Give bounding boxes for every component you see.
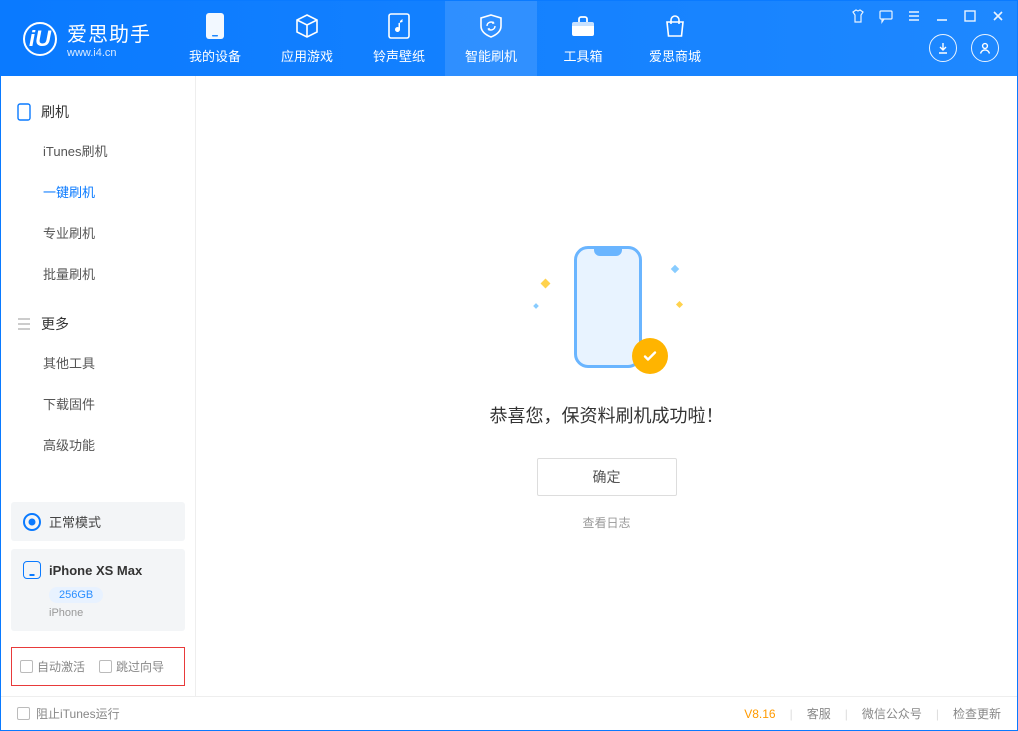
brand-url: www.i4.cn	[67, 47, 151, 59]
sidebar-group-flash: 刷机 iTunes刷机 一键刷机 专业刷机 批量刷机	[1, 94, 195, 294]
version-label: V8.16	[744, 707, 775, 721]
app-window: iU 爱思助手 www.i4.cn 我的设备 应用游戏	[0, 0, 1018, 731]
sidebar-item-batch-flash[interactable]: 批量刷机	[1, 253, 195, 294]
success-illustration	[532, 242, 682, 382]
nav-ringtones[interactable]: 铃声壁纸	[353, 1, 445, 76]
checkbox-icon	[20, 660, 33, 673]
sidebar-scroll: 刷机 iTunes刷机 一键刷机 专业刷机 批量刷机 更多 其他工具 下载固件 …	[1, 76, 195, 494]
nav-flash[interactable]: 智能刷机	[445, 1, 537, 76]
device-card[interactable]: iPhone XS Max 256GB iPhone	[11, 549, 185, 631]
brand-name: 爱思助手	[67, 18, 151, 47]
window-controls-row1	[849, 7, 1007, 25]
separator: |	[790, 707, 793, 721]
sidebar-item-oneclick-flash[interactable]: 一键刷机	[1, 171, 195, 212]
sidebar: 刷机 iTunes刷机 一键刷机 专业刷机 批量刷机 更多 其他工具 下载固件 …	[1, 76, 196, 696]
nav-store[interactable]: 爱思商城	[629, 1, 721, 76]
list-icon	[15, 315, 33, 333]
download-button[interactable]	[929, 34, 957, 62]
sidebar-group-label: 刷机	[41, 102, 69, 122]
device-name: iPhone XS Max	[49, 563, 142, 578]
titlebar: iU 爱思助手 www.i4.cn 我的设备 应用游戏	[1, 1, 1017, 76]
phone-illustration-icon	[574, 246, 642, 368]
phone-icon	[201, 12, 229, 40]
device-mode-status[interactable]: 正常模式	[11, 502, 185, 541]
nav-toolbox[interactable]: 工具箱	[537, 1, 629, 76]
success-message: 恭喜您，保资料刷机成功啦！	[490, 402, 724, 428]
opt-skip-wizard[interactable]: 跳过向导	[99, 658, 164, 675]
opt-label: 自动激活	[37, 658, 85, 675]
statusbar: 阻止iTunes运行 V8.16 | 客服 | 微信公众号 | 检查更新	[1, 696, 1017, 730]
storage-badge: 256GB	[49, 587, 103, 603]
nav-label: 应用游戏	[281, 46, 333, 65]
sidebar-item-advanced[interactable]: 高级功能	[1, 424, 195, 465]
support-link[interactable]: 客服	[807, 705, 831, 722]
checkbox-icon	[99, 660, 112, 673]
minimize-icon[interactable]	[933, 7, 951, 25]
nav-label: 铃声壁纸	[373, 46, 425, 65]
nav-label: 爱思商城	[649, 46, 701, 65]
sidebar-item-download-firmware[interactable]: 下载固件	[1, 383, 195, 424]
nav-label: 我的设备	[189, 46, 241, 65]
nav-label: 工具箱	[563, 46, 602, 65]
logo-icon: iU	[23, 22, 57, 56]
window-controls-row2	[929, 34, 999, 62]
sidebar-item-other-tools[interactable]: 其他工具	[1, 342, 195, 383]
menu-icon[interactable]	[905, 7, 923, 25]
tshirt-icon[interactable]	[849, 7, 867, 25]
device-type: iPhone	[49, 607, 173, 619]
refresh-shield-icon	[477, 12, 505, 40]
top-nav: 我的设备 应用游戏 铃声壁纸 智能刷机	[169, 1, 721, 76]
sparkle-icon	[670, 264, 678, 272]
bag-icon	[661, 12, 689, 40]
view-log-link[interactable]: 查看日志	[582, 514, 630, 531]
flash-options-highlighted: 自动激活 跳过向导	[11, 647, 185, 686]
statusbar-right: V8.16 | 客服 | 微信公众号 | 检查更新	[744, 705, 1001, 722]
ok-button[interactable]: 确定	[537, 458, 677, 496]
status-label: 正常模式	[49, 512, 101, 531]
check-badge-icon	[632, 338, 668, 374]
cube-icon	[293, 12, 321, 40]
sidebar-group-label: 更多	[41, 314, 69, 334]
block-itunes-label: 阻止iTunes运行	[36, 705, 120, 722]
feedback-icon[interactable]	[877, 7, 895, 25]
nav-my-device[interactable]: 我的设备	[169, 1, 261, 76]
wechat-link[interactable]: 微信公众号	[862, 705, 922, 722]
separator: |	[845, 707, 848, 721]
checkbox-icon	[17, 707, 30, 720]
statusbar-left: 阻止iTunes运行	[17, 705, 120, 722]
opt-auto-activate[interactable]: 自动激活	[20, 658, 85, 675]
maximize-icon[interactable]	[961, 7, 979, 25]
sidebar-item-pro-flash[interactable]: 专业刷机	[1, 212, 195, 253]
account-button[interactable]	[971, 34, 999, 62]
separator: |	[936, 707, 939, 721]
sidebar-group-header[interactable]: 刷机	[1, 94, 195, 130]
music-file-icon	[385, 12, 413, 40]
body: 刷机 iTunes刷机 一键刷机 专业刷机 批量刷机 更多 其他工具 下载固件 …	[1, 76, 1017, 696]
nav-apps[interactable]: 应用游戏	[261, 1, 353, 76]
close-icon[interactable]	[989, 7, 1007, 25]
opt-label: 跳过向导	[116, 658, 164, 675]
logo[interactable]: iU 爱思助手 www.i4.cn	[1, 18, 169, 59]
check-update-link[interactable]: 检查更新	[953, 705, 1001, 722]
block-itunes-checkbox[interactable]: 阻止iTunes运行	[17, 705, 120, 722]
toolbox-icon	[569, 12, 597, 40]
nav-label: 智能刷机	[465, 46, 517, 65]
sidebar-item-itunes-flash[interactable]: iTunes刷机	[1, 130, 195, 171]
sparkle-icon	[540, 278, 550, 288]
main-content: 恭喜您，保资料刷机成功啦！ 确定 查看日志	[196, 76, 1017, 696]
phone-icon	[23, 561, 41, 579]
sidebar-group-header[interactable]: 更多	[1, 306, 195, 342]
device-icon	[15, 103, 33, 121]
sparkle-icon	[533, 303, 539, 309]
logo-text: 爱思助手 www.i4.cn	[67, 18, 151, 59]
status-dot-icon	[23, 513, 41, 531]
sparkle-icon	[675, 300, 682, 307]
sidebar-group-more: 更多 其他工具 下载固件 高级功能	[1, 306, 195, 465]
